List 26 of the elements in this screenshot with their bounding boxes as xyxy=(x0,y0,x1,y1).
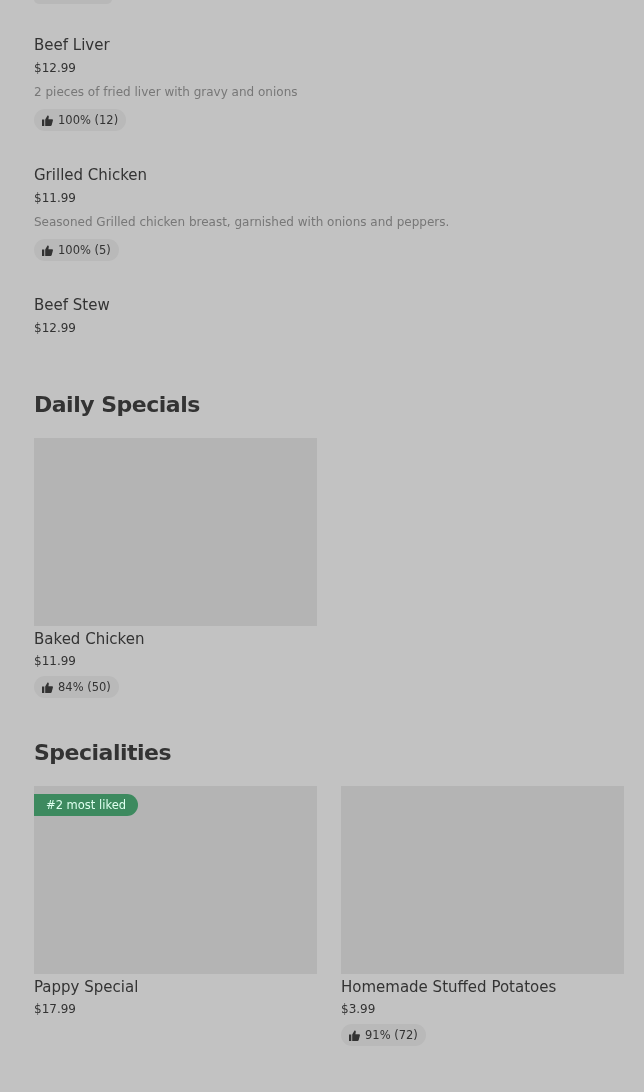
rating-text: 100% (5) xyxy=(58,243,111,257)
item-price: $3.99 xyxy=(341,1001,377,1018)
section-heading: Daily Specials xyxy=(34,391,201,419)
item-price: $12.99 xyxy=(34,320,77,337)
thumbs-up-icon xyxy=(349,1029,360,1041)
rating-text: 100% (12) xyxy=(58,113,119,127)
item-price: $12.99 xyxy=(34,60,77,77)
item-price: $11.99 xyxy=(34,653,77,670)
rating-text: 84% (50) xyxy=(58,680,111,694)
item-name[interactable]: Beef Stew xyxy=(34,294,624,316)
image-placeholder[interactable]: #2 most liked xyxy=(34,786,317,974)
rating-text: 91% (72) xyxy=(365,1028,418,1042)
item-price: $17.99 xyxy=(34,1001,77,1018)
thumbs-up-icon xyxy=(42,681,53,693)
thumbs-up-icon xyxy=(42,244,53,256)
item-name[interactable]: Pappy Special xyxy=(34,976,317,998)
item-price: $11.99 xyxy=(34,190,77,207)
section-heading: Specialities xyxy=(34,739,173,767)
item-description: 2 pieces of fried liver with gravy and onions xyxy=(34,84,299,101)
item-name[interactable]: Homemade Stuffed Potatoes xyxy=(341,976,624,998)
thumbs-up-icon xyxy=(42,114,53,126)
most-liked-badge: #2 most liked xyxy=(34,794,139,816)
item-name[interactable]: Grilled Chicken xyxy=(34,164,624,186)
item-description: Seasoned Grilled chicken breast, garnished with onions and peppers. xyxy=(34,214,451,231)
item-name[interactable]: Baked Chicken xyxy=(34,628,317,650)
item-name[interactable]: Beef Liver xyxy=(34,34,624,56)
